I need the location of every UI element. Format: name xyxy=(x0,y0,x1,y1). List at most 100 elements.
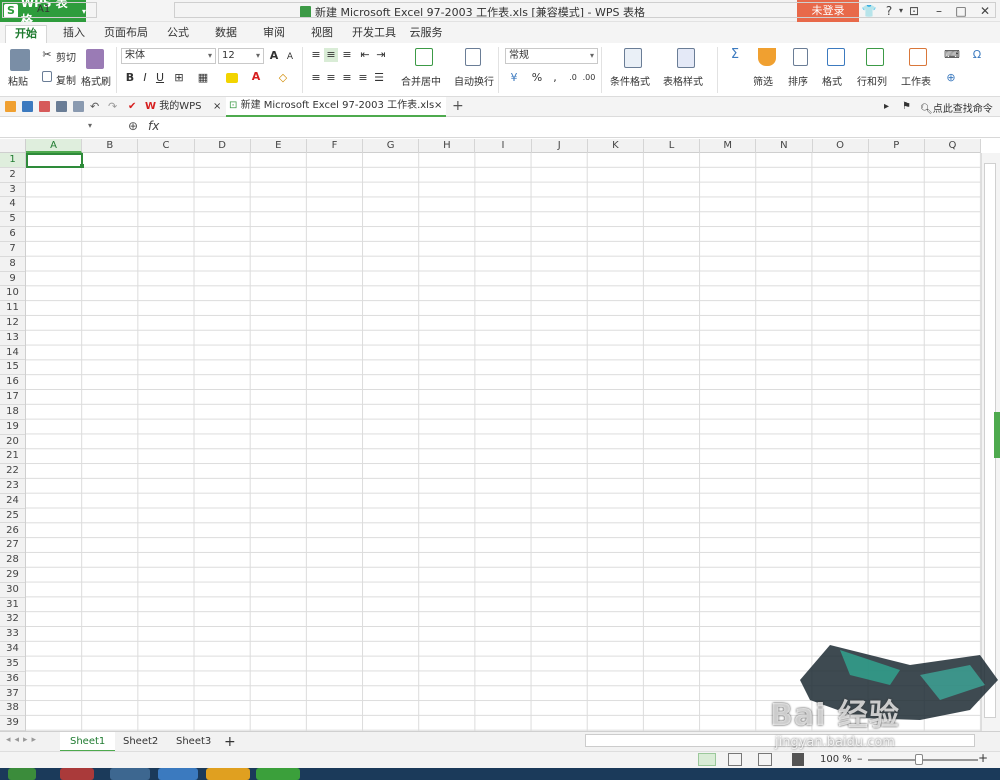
sheet-tab-1[interactable]: Sheet1 xyxy=(60,732,116,752)
italic-button[interactable]: I xyxy=(138,71,152,85)
doc-tab-active[interactable]: ⊡ 新建 Microsoft Excel 97-2003 工作表.xls × xyxy=(226,97,446,117)
row-header-24[interactable]: 24 xyxy=(0,494,25,509)
row-header-28[interactable]: 28 xyxy=(0,553,25,568)
selected-cell[interactable] xyxy=(26,153,83,168)
new-tab-icon[interactable]: + xyxy=(452,98,464,114)
zoom-level[interactable]: 100 % xyxy=(820,754,852,765)
row-header-23[interactable]: 23 xyxy=(0,479,25,494)
name-box[interactable]: A1 xyxy=(2,2,97,18)
align-top-icon[interactable]: ≡ xyxy=(309,48,323,62)
distributed-icon[interactable]: ☰ xyxy=(372,71,386,85)
align-right-icon[interactable]: ≡ xyxy=(340,71,354,85)
start-button[interactable] xyxy=(8,768,36,780)
row-header-4[interactable]: 4 xyxy=(0,197,25,213)
chevron-down-icon[interactable]: ▾ xyxy=(88,121,92,130)
row-header-35[interactable]: 35 xyxy=(0,657,25,672)
worksheet-icon[interactable] xyxy=(909,48,927,66)
row-header-29[interactable]: 29 xyxy=(0,568,25,583)
tab-data[interactable]: 数据 xyxy=(206,25,246,43)
copy-button[interactable]: 复制 xyxy=(56,72,76,87)
clear-format-icon[interactable]: ◇ xyxy=(276,71,290,85)
column-header-a[interactable]: A xyxy=(26,139,83,153)
row-header-21[interactable]: 21 xyxy=(0,449,25,465)
row-header-31[interactable]: 31 xyxy=(0,598,25,613)
format-button[interactable]: 格式 xyxy=(822,73,842,88)
open-icon[interactable] xyxy=(5,101,16,112)
number-format-select[interactable]: 常规 ▾ xyxy=(505,48,598,64)
side-panel-handle[interactable] xyxy=(994,412,1000,458)
column-header-n[interactable]: N xyxy=(756,139,813,153)
row-header-26[interactable]: 26 xyxy=(0,524,25,539)
fill-handle[interactable] xyxy=(80,164,84,168)
row-header-17[interactable]: 17 xyxy=(0,390,25,405)
row-header-18[interactable]: 18 xyxy=(0,405,25,420)
rows-cols-icon[interactable] xyxy=(866,48,884,66)
normal-view-icon[interactable] xyxy=(698,753,716,766)
column-header-d[interactable]: D xyxy=(195,139,251,153)
select-all-corner[interactable] xyxy=(0,139,26,153)
zoom-slider[interactable] xyxy=(868,759,978,761)
share-icon[interactable]: ⚑ xyxy=(902,101,911,112)
align-left-icon[interactable]: ≡ xyxy=(309,71,323,85)
merge-center-button[interactable]: 合并居中 xyxy=(401,73,441,88)
align-center-icon[interactable]: ≡ xyxy=(324,71,338,85)
paste-icon[interactable] xyxy=(10,49,30,71)
row-header-1[interactable]: 1 xyxy=(0,153,25,168)
row-header-12[interactable]: 12 xyxy=(0,316,25,331)
save-icon[interactable] xyxy=(22,101,33,112)
copy-icon[interactable] xyxy=(42,71,52,82)
rows-cols-button[interactable]: 行和列 xyxy=(857,73,887,88)
row-header-33[interactable]: 33 xyxy=(0,627,25,643)
tab-page-layout[interactable]: 页面布局 xyxy=(100,25,152,43)
row-header-27[interactable]: 27 xyxy=(0,538,25,554)
column-header-o[interactable]: O xyxy=(813,139,869,153)
taskbar-ie[interactable] xyxy=(158,768,198,780)
worksheet-button[interactable]: 工作表 xyxy=(901,73,931,88)
zoom-slider-knob[interactable] xyxy=(915,754,923,765)
row-header-6[interactable]: 6 xyxy=(0,227,25,242)
column-header-j[interactable]: J xyxy=(532,139,588,153)
page-layout-view-icon[interactable] xyxy=(758,753,772,766)
row-header-14[interactable]: 14 xyxy=(0,346,25,361)
pin-icon[interactable]: ✔ xyxy=(128,101,139,112)
column-header-p[interactable]: P xyxy=(869,139,925,153)
wrap-text-icon[interactable] xyxy=(465,48,481,66)
column-header-i[interactable]: I xyxy=(475,139,532,153)
column-header-q[interactable]: Q xyxy=(925,139,982,153)
command-search[interactable]: 🔍︎点此查找命令 xyxy=(920,100,993,115)
print-icon[interactable] xyxy=(56,101,67,112)
filter-button[interactable]: 筛选 xyxy=(753,73,773,88)
table-style-icon[interactable] xyxy=(677,48,695,68)
column-header-m[interactable]: M xyxy=(700,139,757,153)
underline-button[interactable]: U xyxy=(153,71,167,85)
tab-view[interactable]: 视图 xyxy=(302,25,342,43)
row-header-38[interactable]: 38 xyxy=(0,701,25,717)
find-icon[interactable]: ⊕ xyxy=(944,71,958,85)
row-header-2[interactable]: 2 xyxy=(0,168,25,183)
column-header-e[interactable]: E xyxy=(251,139,307,153)
table-style-button[interactable]: 表格样式 xyxy=(663,73,703,88)
row-header-19[interactable]: 19 xyxy=(0,420,25,435)
omega-icon[interactable]: Ω xyxy=(970,48,984,62)
column-header-g[interactable]: G xyxy=(363,139,420,153)
reading-mode-icon[interactable] xyxy=(792,753,804,766)
sheet-tab-3[interactable]: Sheet3 xyxy=(166,732,221,752)
column-header-b[interactable]: B xyxy=(82,139,139,153)
paste-label[interactable]: 粘贴 xyxy=(8,73,28,88)
indent-decrease-icon[interactable]: ⇤ xyxy=(358,48,372,62)
zoom-formula-icon[interactable]: ⊕ xyxy=(128,119,138,133)
bold-button[interactable]: B xyxy=(123,71,137,85)
doc-icon[interactable]: ▸ xyxy=(884,101,889,112)
merge-center-icon[interactable] xyxy=(415,48,433,66)
font-color-icon[interactable]: A xyxy=(249,70,263,84)
fx-button[interactable]: fx xyxy=(148,119,159,133)
row-header-5[interactable]: 5 xyxy=(0,212,25,228)
page-break-view-icon[interactable] xyxy=(728,753,742,766)
row-header-37[interactable]: 37 xyxy=(0,687,25,702)
tab-developer[interactable]: 开发工具 xyxy=(350,25,398,43)
column-header-h[interactable]: H xyxy=(419,139,476,153)
zoom-out-icon[interactable]: – xyxy=(857,752,863,765)
border-icon[interactable]: ⊞ xyxy=(172,71,186,85)
wrap-text-button[interactable]: 自动换行 xyxy=(454,73,494,88)
doc-tab-my-wps[interactable]: W 我的WPS × xyxy=(145,97,225,117)
